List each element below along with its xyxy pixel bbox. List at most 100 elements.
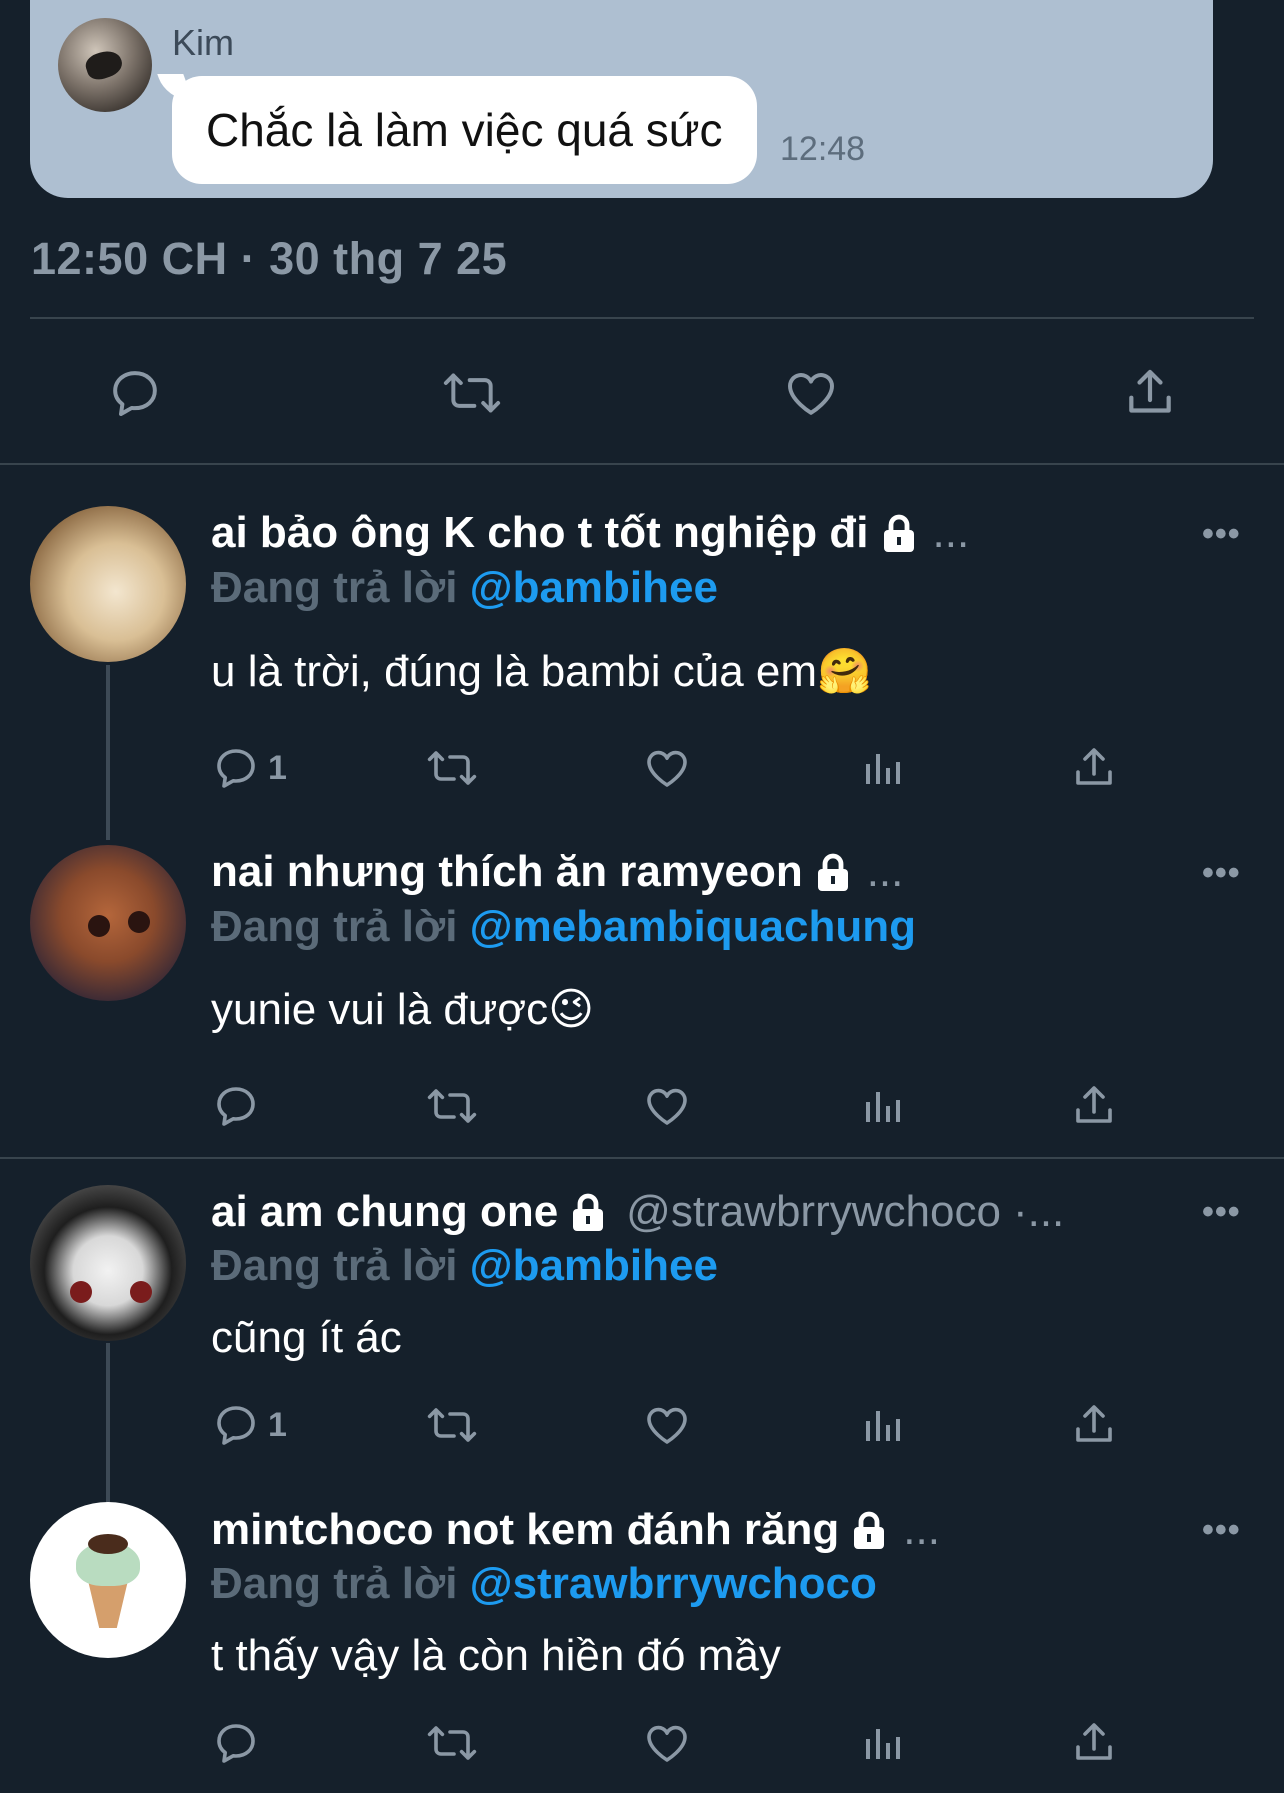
chat-message-time: 12:48 bbox=[780, 130, 866, 168]
retweet-icon bbox=[427, 1089, 477, 1123]
reply-text: u là trời, đúng là bambi của em🤗 bbox=[211, 647, 872, 696]
truncation-dots: ... bbox=[932, 508, 970, 557]
like-icon bbox=[647, 1088, 687, 1125]
reply-text: yunie vui là được😉 bbox=[211, 985, 595, 1034]
reply-button[interactable] bbox=[212, 1719, 268, 1767]
like-button[interactable] bbox=[782, 365, 840, 421]
avatar[interactable] bbox=[30, 506, 186, 662]
share-icon bbox=[1076, 1086, 1112, 1123]
more-options-button[interactable]: ••• bbox=[1202, 1193, 1241, 1232]
lock-icon bbox=[849, 1509, 889, 1551]
truncation-dots: ... bbox=[903, 1505, 940, 1554]
reply-display-name[interactable]: ai bảo ông K cho t tốt nghiệp đi ... bbox=[211, 508, 969, 558]
reply-text: t thấy vậy là còn hiền đó mầy bbox=[211, 1631, 781, 1680]
retweet-icon bbox=[427, 1726, 477, 1760]
retweet-button[interactable] bbox=[425, 1082, 479, 1130]
divider bbox=[30, 317, 1254, 319]
reply-display-name[interactable]: nai nhưng thích ăn ramyeon ... bbox=[211, 847, 903, 897]
share-button[interactable] bbox=[1070, 1082, 1118, 1130]
like-button[interactable] bbox=[643, 1401, 691, 1449]
replying-to-mention[interactable]: @mebambiquachung bbox=[470, 902, 916, 951]
avatar[interactable] bbox=[30, 845, 186, 1001]
share-icon bbox=[1129, 369, 1171, 413]
retweet-button[interactable] bbox=[425, 1719, 479, 1767]
reply-action-bar bbox=[0, 1078, 1284, 1138]
reply-icon bbox=[217, 749, 255, 788]
reply-action-bar: 1 bbox=[0, 1397, 1284, 1457]
reply-display-name[interactable]: ai am chung one @strawbrrywchoco ·... bbox=[211, 1187, 1064, 1237]
reply-display-name[interactable]: mintchoco not kem đánh răng ... bbox=[211, 1505, 940, 1555]
replying-to-label: Đang trả lời @mebambiquachung bbox=[211, 902, 916, 952]
reply-text: cũng ít ác bbox=[211, 1313, 402, 1362]
like-button[interactable] bbox=[643, 744, 691, 792]
reply-icon bbox=[217, 1406, 255, 1445]
display-name-text: ai bảo ông K cho t tốt nghiệp đi bbox=[211, 508, 869, 557]
like-icon bbox=[647, 1725, 687, 1762]
replying-to-label: Đang trả lời @bambihee bbox=[211, 563, 718, 613]
more-options-button[interactable]: ••• bbox=[1202, 854, 1241, 893]
truncation-dots: ·... bbox=[1012, 1187, 1065, 1236]
chat-avatar bbox=[58, 18, 152, 112]
reply-button[interactable] bbox=[107, 365, 163, 421]
replying-to-label: Đang trả lời @bambihee bbox=[211, 1241, 718, 1291]
share-button[interactable] bbox=[1070, 744, 1118, 792]
chat-sender-name: Kim bbox=[172, 22, 234, 63]
truncation-dots: ... bbox=[866, 847, 904, 896]
display-name-text: nai nhưng thích ăn ramyeon bbox=[211, 847, 803, 896]
like-icon bbox=[788, 373, 834, 415]
replying-prefix: Đang trả lời bbox=[211, 1241, 458, 1290]
views-button[interactable] bbox=[858, 1082, 906, 1130]
avatar[interactable] bbox=[30, 1502, 186, 1658]
share-button[interactable] bbox=[1122, 365, 1178, 421]
share-icon bbox=[1076, 748, 1112, 785]
replying-to-mention[interactable]: @bambihee bbox=[470, 1241, 718, 1290]
reply-button[interactable] bbox=[212, 1082, 268, 1130]
replying-prefix: Đang trả lời bbox=[211, 902, 458, 951]
views-button[interactable] bbox=[858, 1401, 906, 1449]
like-button[interactable] bbox=[643, 1082, 691, 1130]
retweet-button[interactable] bbox=[425, 1401, 479, 1449]
chat-screenshot-card: Kim Chắc là làm việc quá sức 12:48 bbox=[30, 0, 1213, 198]
share-icon bbox=[1076, 1723, 1112, 1760]
display-name-text: ai am chung one bbox=[211, 1187, 559, 1236]
share-button[interactable] bbox=[1070, 1719, 1118, 1767]
like-button[interactable] bbox=[643, 1719, 691, 1767]
like-icon bbox=[647, 1407, 687, 1444]
retweet-button[interactable] bbox=[425, 744, 479, 792]
views-icon bbox=[866, 1729, 900, 1759]
views-icon bbox=[866, 1411, 900, 1441]
reply-button[interactable]: 1 bbox=[212, 744, 287, 792]
tweet-action-bar bbox=[0, 355, 1284, 435]
reply-action-bar bbox=[0, 1715, 1284, 1775]
divider bbox=[0, 1157, 1284, 1159]
views-button[interactable] bbox=[858, 744, 906, 792]
reply-icon bbox=[113, 371, 157, 416]
views-icon bbox=[866, 754, 900, 784]
divider bbox=[0, 463, 1284, 465]
reply-count: 1 bbox=[268, 748, 287, 787]
reply-button[interactable]: 1 bbox=[212, 1401, 287, 1449]
replying-to-label: Đang trả lời @strawbrrywchoco bbox=[211, 1559, 877, 1609]
lock-icon bbox=[813, 851, 853, 893]
lock-icon bbox=[879, 512, 919, 554]
retweet-icon bbox=[427, 751, 477, 785]
replying-to-mention[interactable]: @bambihee bbox=[470, 563, 718, 612]
reply-action-bar: 1 bbox=[0, 740, 1284, 800]
tweet-timestamp[interactable]: 12:50 CH · 30 thg 7 25 bbox=[31, 233, 507, 285]
avatar[interactable] bbox=[30, 1185, 186, 1341]
views-icon bbox=[866, 1092, 900, 1122]
share-button[interactable] bbox=[1070, 1401, 1118, 1449]
replying-prefix: Đang trả lời bbox=[211, 563, 458, 612]
retweet-button[interactable] bbox=[440, 365, 504, 421]
display-name-text: mintchoco not kem đánh răng bbox=[211, 1505, 840, 1554]
more-options-button[interactable]: ••• bbox=[1202, 515, 1241, 554]
views-button[interactable] bbox=[858, 1719, 906, 1767]
retweet-icon bbox=[443, 373, 501, 413]
lock-icon bbox=[568, 1191, 608, 1233]
chat-message-bubble: Chắc là làm việc quá sức bbox=[172, 76, 757, 184]
more-options-button[interactable]: ••• bbox=[1202, 1511, 1241, 1550]
like-icon bbox=[647, 750, 687, 787]
reply-icon bbox=[217, 1087, 255, 1126]
replying-to-mention[interactable]: @strawbrrywchoco bbox=[470, 1559, 877, 1608]
reply-handle[interactable]: @strawbrrywchoco bbox=[626, 1187, 1001, 1237]
